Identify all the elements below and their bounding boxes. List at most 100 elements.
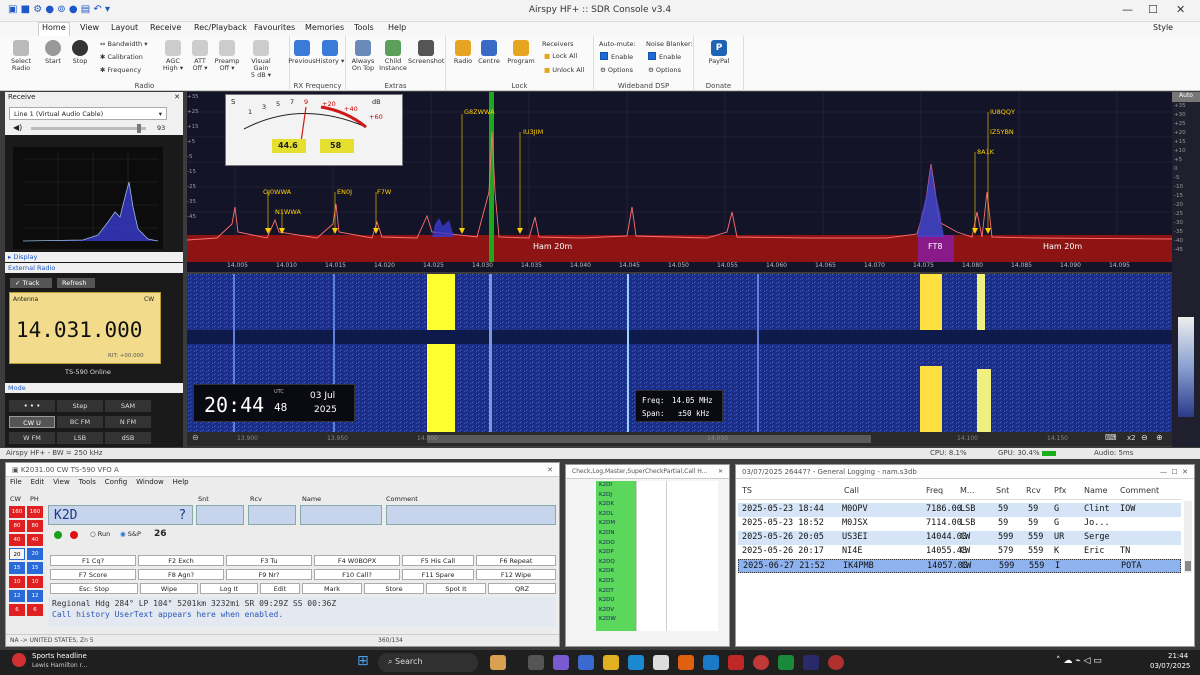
menu-config[interactable]: Config (105, 478, 127, 486)
f3-key[interactable]: F3 Tu (226, 555, 312, 566)
noise-blanker-options-button[interactable]: ⚙ Options (648, 66, 681, 74)
spot-label[interactable]: EN0J (337, 188, 352, 196)
zoom-level[interactable]: x2 (1127, 434, 1136, 442)
zoom-plus-icon[interactable]: ⊕ (1156, 433, 1163, 442)
band-button[interactable]: 40 (9, 534, 25, 546)
widget-icon[interactable] (490, 655, 506, 670)
unlock-all-button[interactable]: ■ Unlock All (544, 66, 584, 74)
minimize-icon[interactable]: — (1122, 3, 1133, 16)
list-item[interactable]: K2DW (599, 615, 636, 625)
f6-key[interactable]: F6 Repeat (476, 555, 556, 566)
col-snt[interactable]: Snt (996, 486, 1009, 495)
table-row-selected[interactable]: 2025-06-27 21:52 IK4PMB 14057.00 CW 599 559 I P… (738, 559, 1181, 573)
screenshot-button[interactable]: Screenshot (408, 40, 444, 65)
tab-view[interactable]: View (77, 23, 102, 32)
esc-stop-button[interactable]: Esc: Stop (50, 583, 138, 594)
waterfall-display[interactable]: 20:44 48 UTC 03 Jul 2025 Freq: 14.05 MHz … (187, 274, 1172, 432)
excel-icon[interactable] (778, 655, 794, 670)
lock-program-button[interactable]: Program (506, 40, 536, 65)
menu-view[interactable]: View (53, 478, 70, 486)
keyboard-icon[interactable]: ⌨ (1105, 433, 1117, 442)
table-row[interactable]: 2025-05-26 20:05 US3EI 14044.00 CW 599 559 UR S… (738, 531, 1181, 545)
col-comment[interactable]: Comment (1120, 486, 1159, 495)
refresh-button[interactable]: Refresh (57, 278, 95, 288)
list-item[interactable]: K2DO (599, 539, 636, 549)
list-item[interactable]: K2DT (599, 587, 636, 597)
rcv-field[interactable] (248, 505, 296, 525)
band-button[interactable]: 15 (9, 562, 25, 574)
spot-label[interactable]: OJ0WWA (263, 188, 291, 196)
snt-field[interactable] (196, 505, 244, 525)
att-button[interactable]: ATT Off ▾ (187, 40, 213, 72)
noise-blanker-enable-checkbox[interactable]: Enable (648, 52, 681, 61)
band-button[interactable]: 6 (27, 604, 43, 616)
menu-window[interactable]: Window (136, 478, 164, 486)
band-button[interactable]: 12 (27, 590, 43, 602)
close-icon[interactable]: ✕ (547, 466, 553, 474)
style-menu[interactable]: Style (1150, 23, 1176, 32)
calibration-button[interactable]: ✱ Calibration (100, 53, 143, 61)
col-freq[interactable]: Freq (926, 486, 943, 495)
list-item[interactable]: K2DS (599, 577, 636, 587)
spot-label[interactable]: F7W (377, 188, 391, 196)
audio-device-select[interactable]: Line 1 (Virtual Audio Cable) ▾ (9, 107, 167, 120)
table-row[interactable]: 2025-05-23 18:44 M0OPV 7186.00 LSB 59 59 G Clin… (738, 503, 1181, 517)
band-button[interactable]: 12 (9, 590, 25, 602)
previous-button[interactable]: Previous (287, 40, 317, 65)
select-radio-button[interactable]: Select Radio (8, 40, 34, 72)
menu-help[interactable]: Help (173, 478, 189, 486)
col-call[interactable]: Call (844, 486, 859, 495)
edit-button[interactable]: Edit (260, 583, 300, 594)
lock-centre-button[interactable]: Centre (476, 40, 502, 65)
menu-tools[interactable]: Tools (79, 478, 96, 486)
band-button[interactable]: 80 (27, 520, 43, 532)
spot-it-button[interactable]: Spot It (426, 583, 486, 594)
agc-button[interactable]: AGC High ▾ (160, 40, 186, 72)
close-icon[interactable]: ✕ (1176, 3, 1185, 16)
f9-key[interactable]: F9 Nr? (226, 569, 312, 580)
list-item[interactable]: K2DM (599, 519, 636, 529)
comment-field[interactable] (386, 505, 556, 525)
tab-memories[interactable]: Memories (302, 23, 347, 32)
band-button[interactable]: 160 (9, 506, 25, 518)
tab-tools[interactable]: Tools (351, 23, 377, 32)
lock-all-button[interactable]: ■ Lock All (544, 52, 577, 60)
col-pfx[interactable]: Pfx (1054, 486, 1066, 495)
spot-label[interactable]: G8ZWWA (464, 108, 495, 116)
list-item[interactable]: K2DN (599, 529, 636, 539)
spot-label[interactable]: N1WWA (275, 208, 301, 216)
windows-start-icon[interactable]: ⊞ (357, 653, 369, 669)
menu-edit[interactable]: Edit (31, 478, 45, 486)
preamp-button[interactable]: Preamp Off ▾ (214, 40, 240, 72)
teams-icon[interactable] (578, 655, 594, 670)
spot-label[interactable]: 8A1K (977, 148, 994, 156)
news-title[interactable]: Sports headline (32, 652, 87, 660)
mode-lsb[interactable]: LSB (57, 432, 103, 444)
band-button[interactable]: 160 (27, 506, 43, 518)
mode-cw-u[interactable]: CW U (9, 416, 55, 428)
band-button[interactable]: 6 (9, 604, 25, 616)
f2-key[interactable]: F2 Exch (138, 555, 224, 566)
col-ts[interactable]: TS (742, 486, 752, 495)
mode-w-fm[interactable]: W FM (9, 432, 55, 444)
callsign-field[interactable]: K2D ? (48, 505, 193, 525)
list-item[interactable]: K2DR (599, 567, 636, 577)
display-section[interactable]: ▸ Display (5, 252, 183, 262)
waterfall-contrast-slider[interactable] (1178, 317, 1194, 417)
news-icon[interactable] (12, 653, 26, 667)
f1-key[interactable]: F1 Cq? (50, 555, 136, 566)
run-radio[interactable]: ○ Run (90, 530, 110, 538)
log-scrollbar[interactable] (1184, 501, 1192, 573)
table-row[interactable]: 2025-05-23 18:52 M0JSX 7114.00 LSB 59 59 G Jo..… (738, 517, 1181, 531)
search-box[interactable]: ⌕ Search (378, 653, 478, 672)
band-button[interactable]: 10 (9, 576, 25, 588)
wipe-button[interactable]: Wipe (140, 583, 198, 594)
tab-layout[interactable]: Layout (108, 23, 141, 32)
copilot-icon[interactable] (553, 655, 569, 670)
always-on-top-button[interactable]: Always On Top (348, 40, 378, 72)
f11-key[interactable]: F11 Spare (402, 569, 474, 580)
close-icon[interactable]: ✕ (174, 93, 180, 101)
band-button[interactable]: 20 (27, 548, 43, 560)
auto-mute-options-button[interactable]: ⚙ Options (600, 66, 633, 74)
zoom-minus-icon[interactable]: ⊖ (1141, 433, 1148, 442)
